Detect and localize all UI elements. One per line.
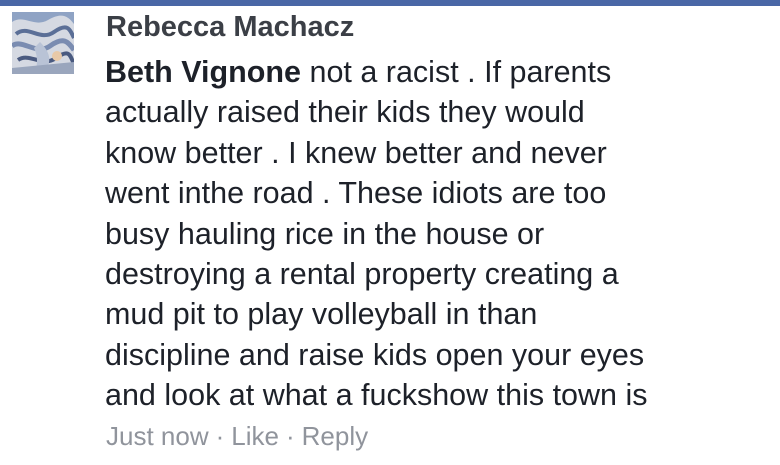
comment-line: mud pit to play volleyball in than xyxy=(105,297,538,332)
separator-dot: · xyxy=(285,421,295,451)
reply-button[interactable]: Reply xyxy=(302,421,368,451)
comment-line-text: not a racist . If parents xyxy=(301,55,612,89)
timestamp-link[interactable]: Just now xyxy=(106,421,209,451)
comment: Rebecca Machacz Beth Vignone not a racis… xyxy=(0,6,780,465)
comment-text: Beth Vignone not a racist . If parents a… xyxy=(105,52,770,416)
mention-link[interactable]: Beth Vignone xyxy=(105,55,301,89)
comment-line: went inthe road . These idiots are too xyxy=(105,176,607,211)
author-name[interactable]: Rebecca Machacz xyxy=(106,10,354,44)
comment-line: destroying a rental property creating a xyxy=(105,257,619,292)
comment-line: and look at what a fuckshow this town is xyxy=(105,378,648,413)
avatar[interactable] xyxy=(12,12,74,74)
comment-actions: Just now · Like · Reply xyxy=(106,420,368,452)
comment-line: actually raised their kids they would xyxy=(105,95,585,130)
comment-line: busy hauling rice in the house or xyxy=(105,216,545,251)
comment-line: discipline and raise kids open your eyes xyxy=(105,337,645,372)
separator-dot: · xyxy=(215,421,225,451)
like-button[interactable]: Like xyxy=(231,421,279,451)
avatar-image xyxy=(12,12,74,74)
comment-line: Beth Vignone not a racist . If parents xyxy=(105,52,770,92)
comment-line: know better . I knew better and never xyxy=(105,135,607,170)
